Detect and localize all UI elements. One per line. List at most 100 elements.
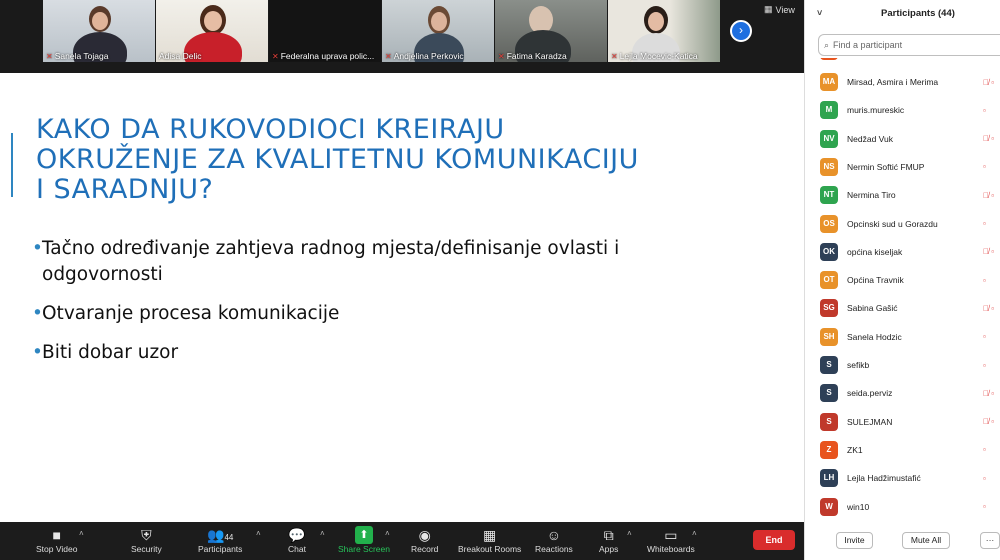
slide-bullet: • Biti dobar uzor — [32, 340, 732, 366]
participant-row[interactable]: SH Sanela Hodzic ▫ — [805, 323, 1000, 351]
participant-row[interactable]: Sseida.perviz 🎙̸ ▫ — [805, 379, 1000, 407]
participant-row[interactable]: S SULEJMAN 🎙̸ ▫ — [805, 408, 1000, 436]
shared-screen-slide: KAKO DA RUKOVODIOCI KREIRAJU OKRUŽENJE Z… — [0, 73, 804, 522]
participant-row[interactable]: LH Lejla Hadžimustafić ▫ — [805, 464, 1000, 492]
chevron-up-icon[interactable]: ˄ — [320, 529, 325, 538]
mic-muted-icon: 🎙̸ ▫ — [983, 388, 995, 398]
more-button[interactable]: ··· — [980, 532, 1000, 549]
chevron-up-icon[interactable]: ˄ — [256, 529, 261, 538]
avatar: S — [820, 356, 838, 374]
chevron-up-icon[interactable]: ˄ — [385, 529, 390, 538]
slide-bullet: • Tačno određivanje zahtjeva radnog mjest… — [32, 238, 620, 285]
participant-name: Sanela Hodzic — [847, 331, 902, 342]
avatar: MA — [820, 73, 838, 91]
video-off-icon: ▫ — [983, 445, 986, 455]
participants-button[interactable]: 👥44 Participants — [198, 526, 242, 554]
participant-name: ZK1 — [847, 444, 863, 455]
video-off-icon: ▫ — [983, 360, 986, 370]
avatar: S — [820, 412, 838, 431]
bullet-dot: • — [32, 342, 43, 363]
participant-row[interactable]: OK općina kiseljak 🎙̸ ▫ — [805, 238, 1000, 266]
share-screen-button[interactable]: ⬆ Share Screen — [338, 526, 390, 554]
chat-button[interactable]: 💬 Chat — [288, 526, 306, 554]
video-tile[interactable]: ✕ Fatima Karadza — [495, 0, 607, 62]
slide-bullet: • Otvaranje procesa komunikacije — [32, 301, 732, 327]
slide-title: KAKO DA RUKOVODIOCI KREIRAJU OKRUŽENJE Z… — [36, 114, 639, 205]
chat-bubble-icon: 💬 — [288, 527, 306, 543]
participant-search-input[interactable]: ⌕ Find a participant — [818, 34, 1000, 56]
participant-row[interactable]: SG Sabina Gašić 🎙̸ ▫ — [805, 294, 1000, 322]
grid-icon: ▦ — [764, 4, 773, 14]
mic-muted-icon: ✕ — [385, 51, 392, 61]
mic-muted-icon: ✕ — [611, 51, 618, 61]
participant-row[interactable]: Wwin10 ▫ — [805, 493, 1000, 521]
mute-all-button[interactable]: Mute All — [902, 532, 950, 549]
participant-row[interactable]: OT Općina Travnik ▫ — [805, 266, 1000, 294]
avatar: LH — [820, 469, 838, 488]
mic-muted-icon: 🎙̸ ▫ — [983, 190, 995, 200]
avatar: SH — [820, 327, 838, 346]
video-tile[interactable]: ✕ Andjelina Perkovic — [382, 0, 494, 62]
participant-row[interactable]: NT Nermina Tiro 🎙̸ ▫ — [805, 181, 1000, 209]
mic-muted-icon: ✕ — [498, 51, 505, 61]
whiteboard-icon: ▭ — [664, 527, 678, 543]
bullet-dot: • — [32, 238, 43, 259]
whiteboards-button[interactable]: ▭ Whiteboards — [647, 526, 695, 554]
view-button[interactable]: ▦ View — [764, 4, 795, 15]
record-icon: ◉ — [418, 527, 431, 543]
avatar: M — [820, 101, 838, 120]
participant-name: Mirsad, Asmira i Merima — [847, 77, 939, 87]
chevron-up-icon[interactable]: ˄ — [79, 529, 84, 538]
mic-muted-icon: 🎙̸ ▫ — [983, 77, 995, 87]
participant-name-label: Adisa Delic — [159, 51, 202, 61]
participant-row[interactable]: OS Opcinski sud u Gorazdu ▫ — [805, 210, 1000, 238]
participant-name-label: ✕ Lejla Mocevic-Katica — [611, 51, 698, 61]
participant-name: općina kiseljak — [847, 246, 903, 257]
apps-icon: ⧉ — [603, 527, 614, 543]
participant-row[interactable]: Z ZK1 ▫ — [805, 436, 1000, 464]
video-gallery-strip: ✕ Sanela Tojaga Adisa Delic ✕ Federalna up… — [0, 0, 804, 73]
participant-name-label: ✕ Sanela Tojaga — [46, 51, 109, 61]
mic-muted-icon: 🎙̸ ▫ — [983, 303, 995, 313]
video-off-icon: ▫ — [983, 219, 986, 228]
record-button[interactable]: ◉ Record — [411, 526, 438, 554]
apps-button[interactable]: ⧉ Apps — [599, 526, 618, 554]
participant-row[interactable]: Mmuris.mureskic ▫ — [805, 96, 1000, 124]
video-tile[interactable]: ✕ Federalna uprava polic... — [269, 0, 381, 62]
breakout-rooms-button[interactable]: ▦ Breakout Rooms — [458, 526, 521, 554]
video-off-icon: ▫ — [983, 162, 986, 172]
mic-muted-icon: 🎙̸ ▫ — [983, 134, 995, 144]
participant-name: Općina Travnik — [847, 275, 904, 286]
chevron-down-icon[interactable]: ˅ — [817, 8, 822, 18]
invite-button[interactable]: Invite — [836, 532, 873, 549]
participant-row[interactable]: NS Nermin Softić FMUP ▫ — [805, 153, 1000, 181]
next-page-button[interactable]: › — [730, 20, 752, 42]
participant-name: sefikb — [847, 360, 870, 370]
video-tile[interactable]: ✕ Lejla Mocevic-Katica — [608, 0, 720, 62]
video-tile[interactable]: Adisa Delic — [156, 0, 268, 62]
avatar: W — [820, 497, 838, 516]
stop-video-button[interactable]: ■ Stop Video — [36, 526, 77, 554]
end-meeting-button[interactable]: End — [753, 530, 795, 550]
participant-name-label: ✕ Federalna uprava polic... — [272, 51, 375, 61]
avatar: NT — [820, 186, 838, 205]
participant-row[interactable]: Ssefikb ▫ — [805, 351, 1000, 379]
panel-footer: Invite Mute All ··· — [805, 520, 1000, 560]
participant-row[interactable]: MA Mirsad, Asmira i Merima 🎙̸ ▫ — [805, 68, 1000, 96]
video-off-icon: ▫ — [983, 473, 986, 483]
participant-name: Nermin Softić FMUP — [847, 161, 925, 172]
participant-name: Nermina Tiro — [847, 190, 896, 201]
mic-muted-icon: ✕ — [46, 51, 53, 61]
participant-name-label: ✕ Andjelina Perkovic — [385, 51, 464, 61]
participant-name: Lejla Hadžimustafić — [847, 473, 921, 484]
participant-row[interactable]: NV Nedžad Vuk 🎙̸ ▫ — [805, 125, 1000, 153]
mic-muted-icon: 🎙̸ ▫ — [983, 417, 995, 427]
chevron-up-icon[interactable]: ˄ — [692, 529, 697, 538]
chevron-up-icon[interactable]: ˄ — [627, 529, 632, 538]
search-icon: ⌕ — [824, 39, 830, 50]
reactions-button[interactable]: ☺ Reactions — [535, 526, 573, 554]
avatar: OK — [820, 242, 838, 261]
security-button[interactable]: ⛨ Security — [131, 526, 162, 554]
video-tile[interactable]: ✕ Sanela Tojaga — [43, 0, 155, 62]
avatar — [820, 58, 838, 60]
